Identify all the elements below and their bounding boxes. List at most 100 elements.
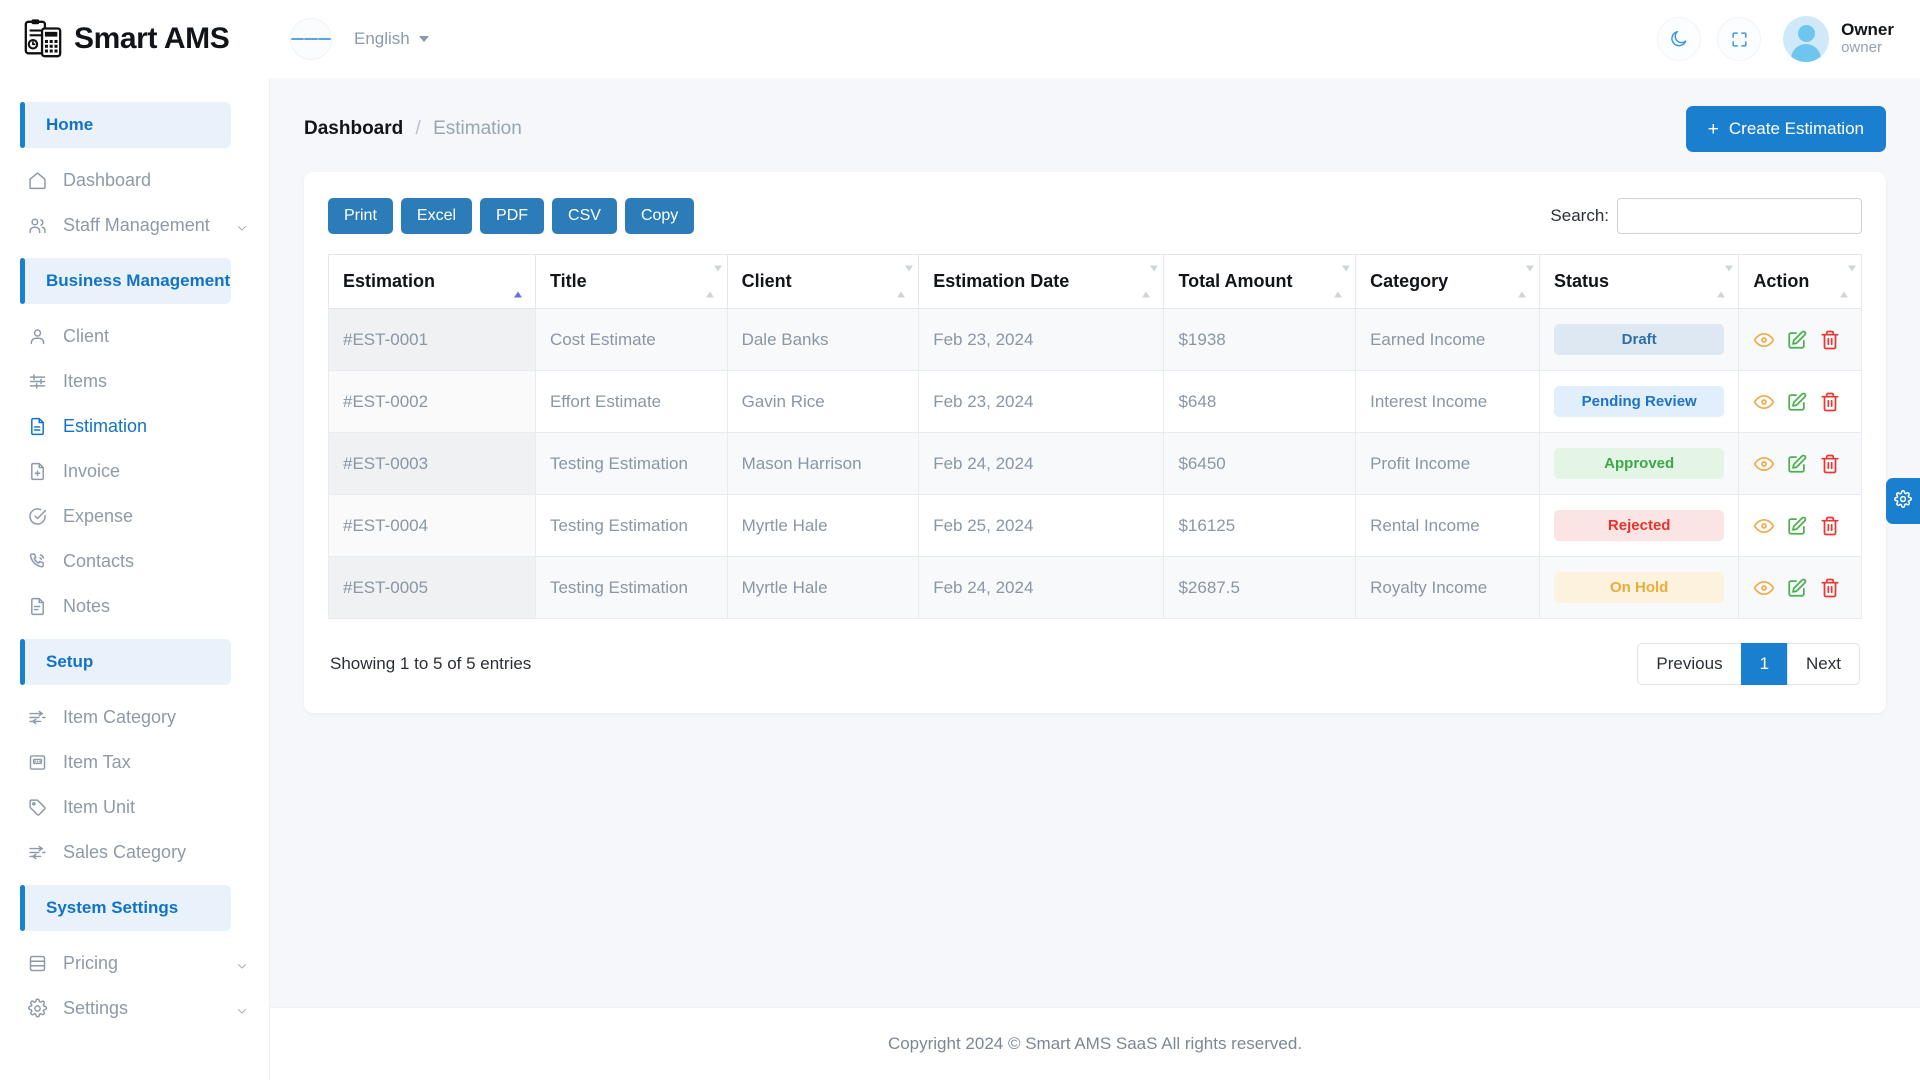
export-copy-button[interactable]: Copy [624,198,695,234]
cell-title: Testing Estimation [534,432,728,495]
cell-date: Feb 24, 2024 [918,432,1165,495]
column-header-action[interactable]: Action [1738,254,1862,309]
delete-icon[interactable] [1819,391,1841,413]
sidebar-group-business-management[interactable]: Business Management [20,258,231,304]
column-header-client[interactable]: Client [726,254,920,309]
eye-icon[interactable] [1753,577,1775,599]
cell-estimation: #EST-0001 [328,308,536,371]
cell-amount: $648 [1163,370,1357,433]
eye-icon[interactable] [1753,391,1775,413]
sidebar-item-dashboard[interactable]: Dashboard [0,158,269,203]
column-header-title[interactable]: Title [534,254,728,309]
sidebar-item-expense[interactable]: Expense [0,494,269,539]
export-csv-button[interactable]: CSV [552,198,617,234]
column-header-label: Estimation Date [933,271,1070,291]
pagination-next[interactable]: Next [1787,643,1860,685]
column-header-status[interactable]: Status [1539,254,1740,309]
column-header-estimation-date[interactable]: Estimation Date [918,254,1165,309]
column-header-category[interactable]: Category [1355,254,1541,309]
sidebar-item-label: Settings [63,998,129,1018]
sort-indicator [1840,265,1856,297]
gear-icon [1894,489,1912,513]
topbar-right-cluster: Owner owner [1657,16,1894,62]
gear-icon [26,997,49,1020]
sidebar-item-contacts[interactable]: Contacts [0,539,269,584]
table-header-row: Estimation Title Client Estimation Date Tota… [328,254,1862,309]
entries-info: Showing 1 to 5 of 5 entries [330,654,532,673]
delete-icon[interactable] [1819,329,1841,351]
cell-estimation: #EST-0005 [328,556,536,619]
sidebar-item-item-category[interactable]: Item Category [0,695,269,740]
column-header-estimation[interactable]: Estimation [328,254,536,309]
action-buttons [1753,391,1847,413]
sidebar-item-item-tax[interactable]: Item Tax [0,740,269,785]
language-selector[interactable]: English [354,29,429,49]
chevron-down-icon [235,219,249,233]
sidebar-item-staff-management[interactable]: Staff Management [0,203,269,248]
column-header-label: Client [741,271,792,291]
eye-icon[interactable] [1753,329,1775,351]
column-header-total-amount[interactable]: Total Amount [1163,254,1357,309]
export-buttons: Print Excel PDF CSV Copy [328,198,695,234]
cell-status: Draft [1539,308,1740,371]
phone-icon [26,550,49,573]
check-circle-icon [26,505,49,528]
pagination-page-1[interactable]: 1 [1740,643,1789,685]
sidebar-item-item-unit[interactable]: Item Unit [0,785,269,830]
cell-amount: $1938 [1163,308,1357,371]
cell-client: Myrtle Hale [726,556,920,619]
hamburger-icon[interactable] [290,18,332,60]
home-icon [26,169,49,192]
eye-icon[interactable] [1753,453,1775,475]
cell-client: Myrtle Hale [726,494,920,557]
sidebar-item-label: Item Tax [63,752,131,772]
moon-icon[interactable] [1657,17,1702,61]
user-menu[interactable]: Owner owner [1783,16,1894,62]
search-area: Search: [1550,198,1862,234]
eye-icon[interactable] [1753,515,1775,537]
filter-icon [26,841,49,864]
sidebar-item-estimation[interactable]: Estimation [0,404,269,449]
breadcrumb-dashboard[interactable]: Dashboard [304,118,403,139]
edit-icon[interactable] [1786,577,1808,599]
export-excel-button[interactable]: Excel [400,198,473,234]
search-input[interactable] [1617,198,1862,234]
pagination-previous[interactable]: Previous [1637,643,1742,685]
edit-icon[interactable] [1786,391,1808,413]
table-body: #EST-0001 Cost Estimate Dale Banks Feb 23, … [328,308,1862,619]
sidebar-group-system-settings[interactable]: System Settings [20,885,231,931]
export-print-button[interactable]: Print [328,198,393,234]
sidebar-item-settings[interactable]: Settings [0,986,269,1031]
sidebar-item-client[interactable]: Client [0,314,269,359]
action-buttons [1753,577,1847,599]
export-pdf-button[interactable]: PDF [480,198,545,234]
sidebar-group-setup[interactable]: Setup [20,639,231,685]
delete-icon[interactable] [1819,515,1841,537]
settings-side-tab[interactable] [1886,478,1920,524]
sidebar-item-items[interactable]: Items [0,359,269,404]
edit-icon[interactable] [1786,453,1808,475]
cell-client: Dale Banks [726,308,920,371]
user-icon [26,325,49,348]
create-estimation-button[interactable]: + Create Estimation [1685,106,1886,152]
sidebar-item-invoice[interactable]: Invoice [0,449,269,494]
sidebar-item-notes[interactable]: Notes [0,584,269,629]
cell-action [1738,432,1862,495]
fullscreen-icon[interactable] [1717,17,1762,61]
sidebar-item-pricing[interactable]: Pricing [0,941,269,986]
table-row: #EST-0001 Cost Estimate Dale Banks Feb 23, … [328,308,1862,371]
delete-icon[interactable] [1819,577,1841,599]
brand-logo-area[interactable]: Smart AMS [0,0,270,78]
sidebar-group-home[interactable]: Home [20,102,231,148]
user-role: owner [1841,39,1882,57]
column-header-label: Title [549,271,587,291]
edit-icon[interactable] [1786,515,1808,537]
sidebar-item-label: Sales Category [63,842,187,862]
sidebar-item-sales-category[interactable]: Sales Category [0,830,269,875]
edit-icon[interactable] [1786,329,1808,351]
sliders-icon [26,370,49,393]
delete-icon[interactable] [1819,453,1841,475]
table-footer: Showing 1 to 5 of 5 entries Previous 1 N… [328,643,1862,685]
cell-estimation: #EST-0002 [328,370,536,433]
sidebar-item-label: Notes [63,596,111,616]
